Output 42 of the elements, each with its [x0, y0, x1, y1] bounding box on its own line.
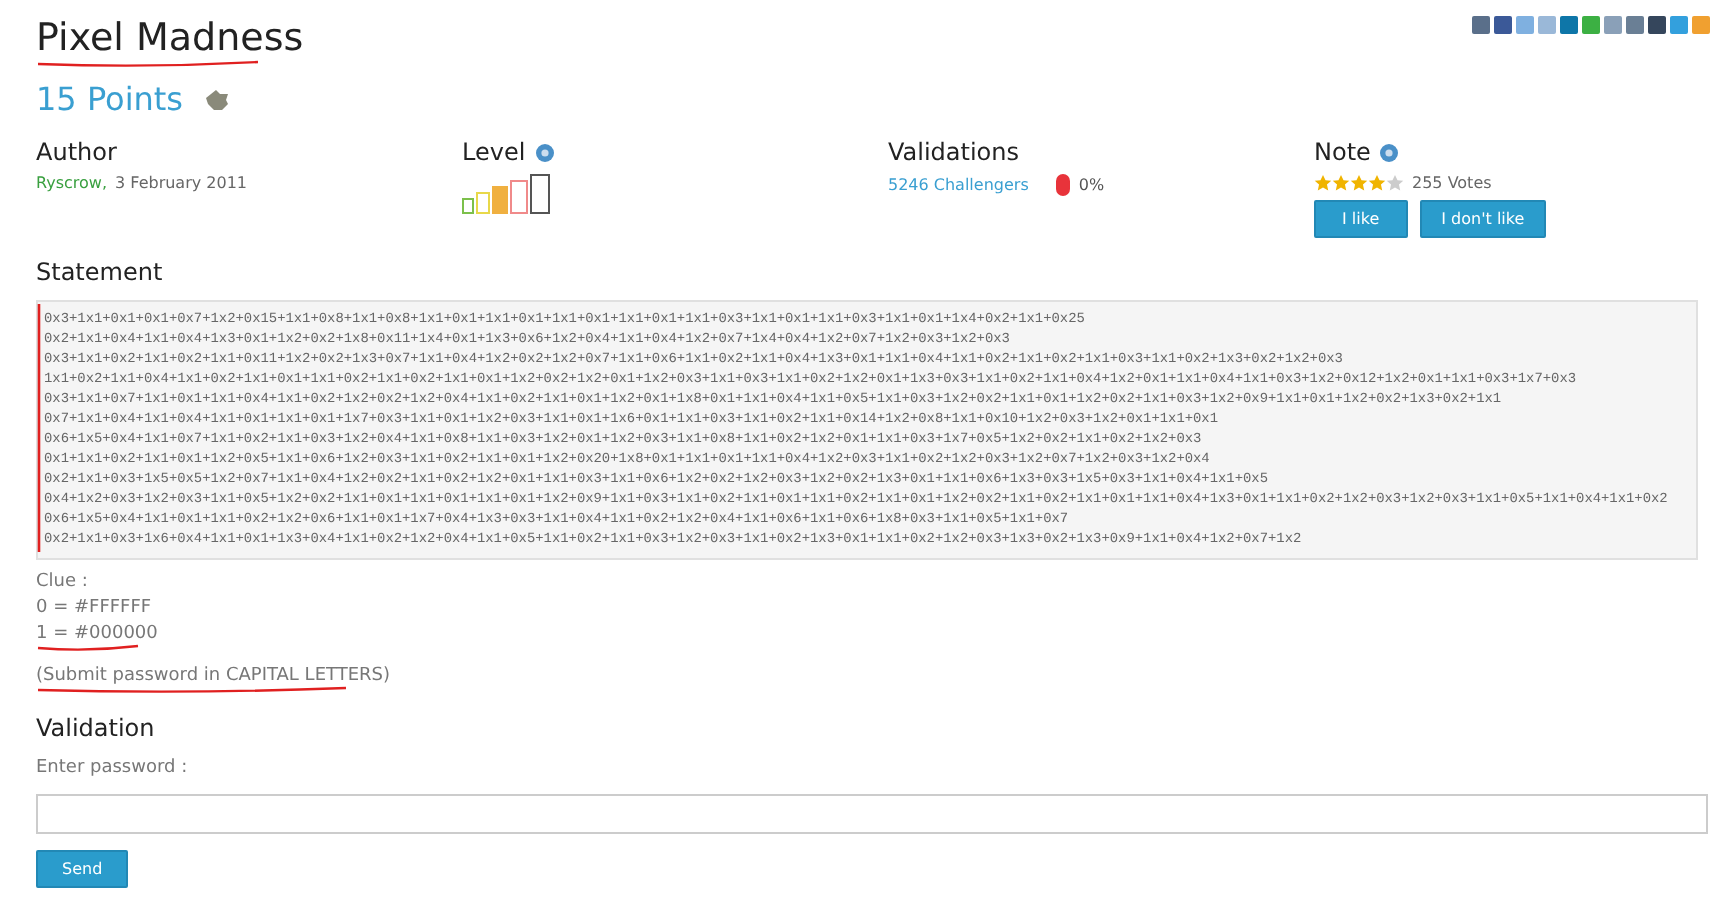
share-icon[interactable]: [1494, 16, 1512, 34]
clue-text: 1 = #000000: [36, 624, 158, 644]
vote-button[interactable]: I don't like: [1419, 200, 1547, 238]
author-heading: Author: [36, 138, 119, 166]
star-icon: [1386, 174, 1404, 192]
send-button[interactable]: Send: [36, 850, 129, 888]
author-link[interactable]: Ryscrow,: [36, 174, 108, 192]
share-icon[interactable]: [1582, 16, 1600, 34]
star-icon: [1314, 174, 1332, 192]
date-text: 3 February 2011: [115, 174, 247, 192]
help-icon[interactable]: [1380, 143, 1399, 161]
password-field[interactable]: [36, 794, 1708, 834]
share-icon[interactable]: [1604, 16, 1622, 34]
share-icon[interactable]: [1626, 16, 1644, 34]
validation-heading: Validation: [36, 714, 157, 742]
level-heading: Level: [462, 138, 526, 166]
annotation-underline: [36, 644, 140, 652]
share-icon[interactable]: [1670, 16, 1688, 34]
clue-text: 0 = #FFFFFF: [36, 598, 152, 618]
votes-count: 255 Votes: [1412, 174, 1492, 192]
password-label: Enter password :: [36, 758, 188, 778]
star-icon: [1332, 174, 1350, 192]
vote-button[interactable]: I like: [1314, 200, 1408, 238]
star-icon: [1350, 174, 1368, 192]
validations-heading: Validations: [888, 138, 1022, 166]
share-icon[interactable]: [1516, 16, 1534, 34]
share-icon[interactable]: [1692, 16, 1710, 34]
help-icon[interactable]: [535, 143, 554, 161]
share-icon[interactable]: [1648, 16, 1666, 34]
star-icon: [1368, 174, 1386, 192]
statement-heading: Statement: [36, 258, 165, 286]
hint-text: (Submit password in CAPITAL LETTERS): [36, 666, 391, 686]
percent-text: 0%: [1078, 176, 1105, 194]
share-icon[interactable]: [1472, 16, 1490, 34]
challengers-link[interactable]: 5246 Challengers: [888, 176, 1029, 194]
note-heading: Note: [1314, 138, 1371, 166]
clue-heading: Clue :: [36, 572, 88, 592]
page-title: Pixel Madness: [36, 16, 304, 60]
points-label: 15 Points: [36, 80, 184, 118]
percent-bar: [1056, 174, 1071, 196]
share-icon[interactable]: [1538, 16, 1556, 34]
share-icon[interactable]: [1560, 16, 1578, 34]
